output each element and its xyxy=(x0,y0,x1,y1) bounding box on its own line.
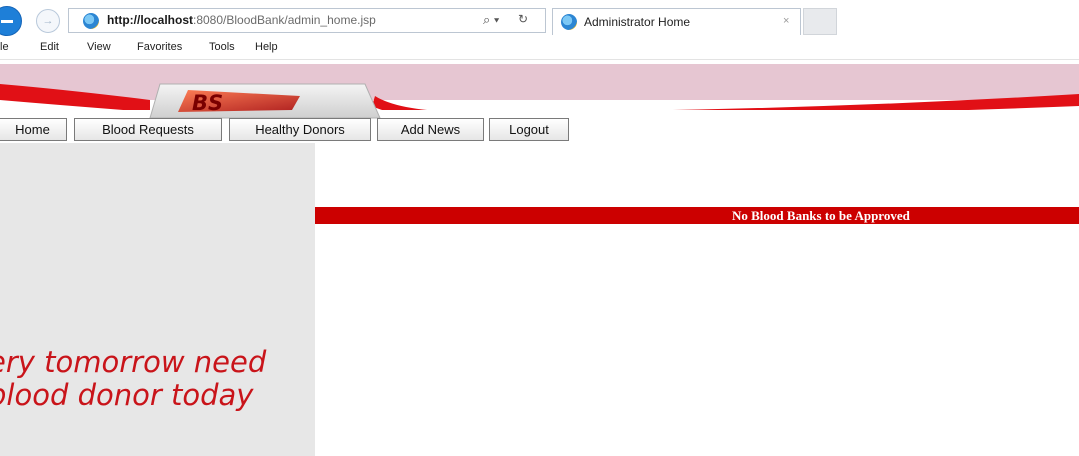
address-url[interactable]: http://localhost:8080/BloodBank/admin_ho… xyxy=(107,13,376,27)
slogan: ery tomorrow need blood donor today xyxy=(0,346,266,412)
url-host: http://localhost xyxy=(107,13,193,27)
menu-favorites[interactable]: Favorites xyxy=(137,41,182,53)
logo-text: BS xyxy=(192,91,223,115)
slogan-line-1: ery tomorrow need xyxy=(0,345,267,379)
slogan-line-2: blood donor today xyxy=(0,378,254,412)
address-bar[interactable]: http://localhost:8080/BloodBank/admin_ho… xyxy=(68,8,546,33)
tab-favicon-icon xyxy=(561,14,577,30)
ie-page-icon xyxy=(83,13,99,29)
url-path: :8080/BloodBank/admin_home.jsp xyxy=(193,13,376,27)
menu-file[interactable]: le xyxy=(0,41,9,53)
back-button[interactable] xyxy=(0,6,22,36)
nav-blood-requests-button[interactable]: Blood Requests xyxy=(74,118,222,141)
menu-bar: le Edit View Favorites Tools Help xyxy=(0,36,1079,60)
menu-view[interactable]: View xyxy=(87,41,111,53)
menu-help[interactable]: Help xyxy=(255,41,278,53)
notice-text: No Blood Banks to be Approved xyxy=(732,208,910,223)
refresh-icon[interactable]: ↻ xyxy=(518,12,528,26)
forward-button[interactable]: → xyxy=(36,9,60,33)
site-banner: BS xyxy=(0,60,1079,122)
left-sidebar: ery tomorrow need blood donor today xyxy=(0,143,315,456)
tab-administrator-home[interactable]: Administrator Home × xyxy=(552,8,801,35)
new-tab-button[interactable] xyxy=(803,8,837,35)
notice-bar: No Blood Banks to be Approved xyxy=(315,207,1079,224)
search-dropdown-icon[interactable]: ⌕ ▾ xyxy=(483,12,499,28)
menu-edit[interactable]: Edit xyxy=(40,41,59,53)
browser-titlebar: → http://localhost:8080/BloodBank/admin_… xyxy=(0,0,1079,36)
menu-tools[interactable]: Tools xyxy=(209,41,235,53)
nav-add-news-button[interactable]: Add News xyxy=(377,118,484,141)
tab-close-icon[interactable]: × xyxy=(783,15,789,27)
nav-healthy-donors-button[interactable]: Healthy Donors xyxy=(229,118,371,141)
nav-logout-button[interactable]: Logout xyxy=(489,118,569,141)
tab-title: Administrator Home xyxy=(584,15,691,29)
nav-home-button[interactable]: Home xyxy=(0,118,67,141)
